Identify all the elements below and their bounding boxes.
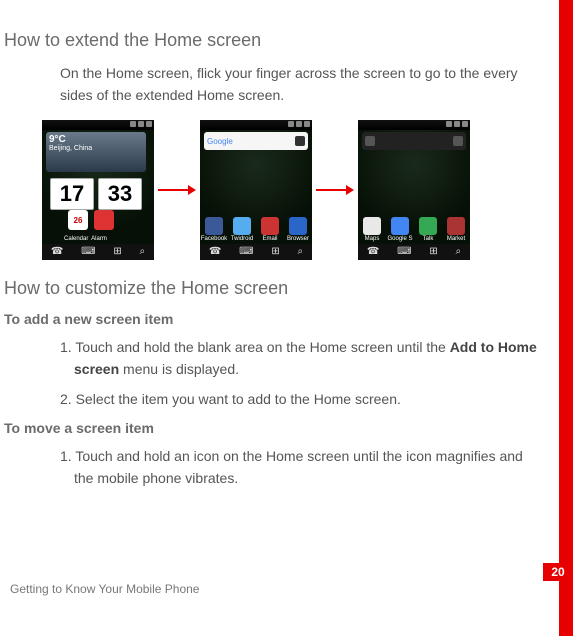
- app-label: Facebook: [201, 236, 227, 242]
- nav-apps-icon: ⊞: [271, 247, 279, 257]
- home-screen-3: Maps Google S Talk Market ☎ ⌨ ⊞ ⌕: [358, 120, 470, 260]
- nav-dial-icon: ⌨: [239, 247, 253, 257]
- app-label: Talk: [423, 236, 434, 242]
- page-number: 20: [543, 563, 573, 581]
- steps-move-item: Touch and hold an icon on the Home scree…: [60, 446, 539, 489]
- app-shortcut: Talk: [417, 217, 439, 242]
- widget-icon: [365, 136, 375, 146]
- app-label: Market: [447, 236, 465, 242]
- page-footer: Getting to Know Your Mobile Phone: [10, 582, 199, 596]
- search-widget: [362, 132, 466, 150]
- nav-search-icon: ⌕: [297, 247, 303, 257]
- shortcut-row: 26: [68, 210, 114, 230]
- home-screen-1: 9°C Beijing, China 17 33 26 Calendar Ala…: [42, 120, 154, 260]
- nav-phone-icon: ☎: [51, 247, 63, 257]
- side-strip: [559, 0, 573, 636]
- nav-dial-icon: ⌨: [81, 247, 95, 257]
- app-icon: [233, 217, 251, 235]
- step-add-2: Select the item you want to add to the H…: [60, 389, 539, 411]
- status-bar: [358, 120, 470, 130]
- app-label: Maps: [365, 236, 380, 242]
- clock-widget: 17 33: [46, 174, 146, 214]
- app-grid: Facebook Twidroid Email Browser: [200, 217, 312, 242]
- app-grid: Maps Google S Talk Market: [358, 217, 470, 242]
- status-bar: [42, 120, 154, 130]
- app-icon: [447, 217, 465, 235]
- step-add-1: Touch and hold the blank area on the Hom…: [60, 337, 539, 380]
- app-icon: [289, 217, 307, 235]
- nav-apps-icon: ⊞: [113, 247, 121, 257]
- nav-bar: ☎ ⌨ ⊞ ⌕: [42, 244, 154, 260]
- search-widget: Google: [204, 132, 308, 150]
- alarm-label: Alarm: [88, 236, 110, 242]
- home-area: Google Facebook Twidroid Email Browser: [200, 130, 312, 244]
- app-icon: [391, 217, 409, 235]
- nav-dial-icon: ⌨: [397, 247, 411, 257]
- step-add-1-post: menu is displayed.: [119, 361, 239, 377]
- calendar-icon: 26: [68, 210, 88, 230]
- nav-bar: ☎ ⌨ ⊞ ⌕: [200, 244, 312, 260]
- subhead-add-item: To add a new screen item: [4, 311, 539, 327]
- app-icon: [363, 217, 381, 235]
- app-icon: [419, 217, 437, 235]
- nav-phone-icon: ☎: [367, 247, 379, 257]
- section-heading-customize: How to customize the Home screen: [4, 278, 539, 299]
- app-shortcut: Browser: [287, 217, 309, 242]
- clock-minutes: 33: [98, 178, 142, 210]
- section-heading-extend: How to extend the Home screen: [4, 30, 539, 51]
- app-label: Google S: [387, 236, 412, 242]
- mic-icon: [295, 136, 305, 146]
- home-area: 9°C Beijing, China 17 33 26 Calendar Ala…: [42, 130, 154, 244]
- app-shortcut: Twidroid: [231, 217, 253, 242]
- subhead-move-item: To move a screen item: [4, 420, 539, 436]
- step-move-1: Touch and hold an icon on the Home scree…: [60, 446, 539, 489]
- steps-add-item: Touch and hold the blank area on the Hom…: [60, 337, 539, 410]
- nav-apps-icon: ⊞: [429, 247, 437, 257]
- clock-hours: 17: [50, 178, 94, 210]
- app-shortcut: Google S: [389, 217, 411, 242]
- app-icon: [261, 217, 279, 235]
- app-label: Twidroid: [231, 236, 253, 242]
- app-shortcut: Facebook: [203, 217, 225, 242]
- home-area: Maps Google S Talk Market: [358, 130, 470, 244]
- home-screen-2: Google Facebook Twidroid Email Browser ☎ ⌨ …: [200, 120, 312, 260]
- nav-phone-icon: ☎: [209, 247, 221, 257]
- weather-temp: 9°C: [49, 134, 143, 145]
- arrow-right-2: [316, 188, 354, 192]
- nav-search-icon: ⌕: [455, 247, 461, 257]
- weather-widget: 9°C Beijing, China: [46, 132, 146, 172]
- arrow-right-1: [158, 188, 196, 192]
- alarm-icon: [94, 210, 114, 230]
- app-shortcut: Email: [259, 217, 281, 242]
- app-label: Email: [262, 236, 277, 242]
- status-bar: [200, 120, 312, 130]
- home-screens-illustration: 9°C Beijing, China 17 33 26 Calendar Ala…: [42, 120, 539, 260]
- app-shortcut: Maps: [361, 217, 383, 242]
- widget-toggle-icon: [453, 136, 463, 146]
- search-brand-label: Google: [207, 137, 233, 146]
- app-icon: [205, 217, 223, 235]
- manual-page: 20 How to extend the Home screen On the …: [0, 0, 573, 636]
- section-intro-extend: On the Home screen, flick your finger ac…: [60, 63, 539, 106]
- nav-bar: ☎ ⌨ ⊞ ⌕: [358, 244, 470, 260]
- app-shortcut: Market: [445, 217, 467, 242]
- nav-search-icon: ⌕: [139, 247, 145, 257]
- app-label: Browser: [287, 236, 309, 242]
- step-add-1-pre: Touch and hold the blank area on the Hom…: [75, 339, 449, 355]
- calendar-label: Calendar: [64, 236, 86, 242]
- weather-city: Beijing, China: [49, 145, 143, 152]
